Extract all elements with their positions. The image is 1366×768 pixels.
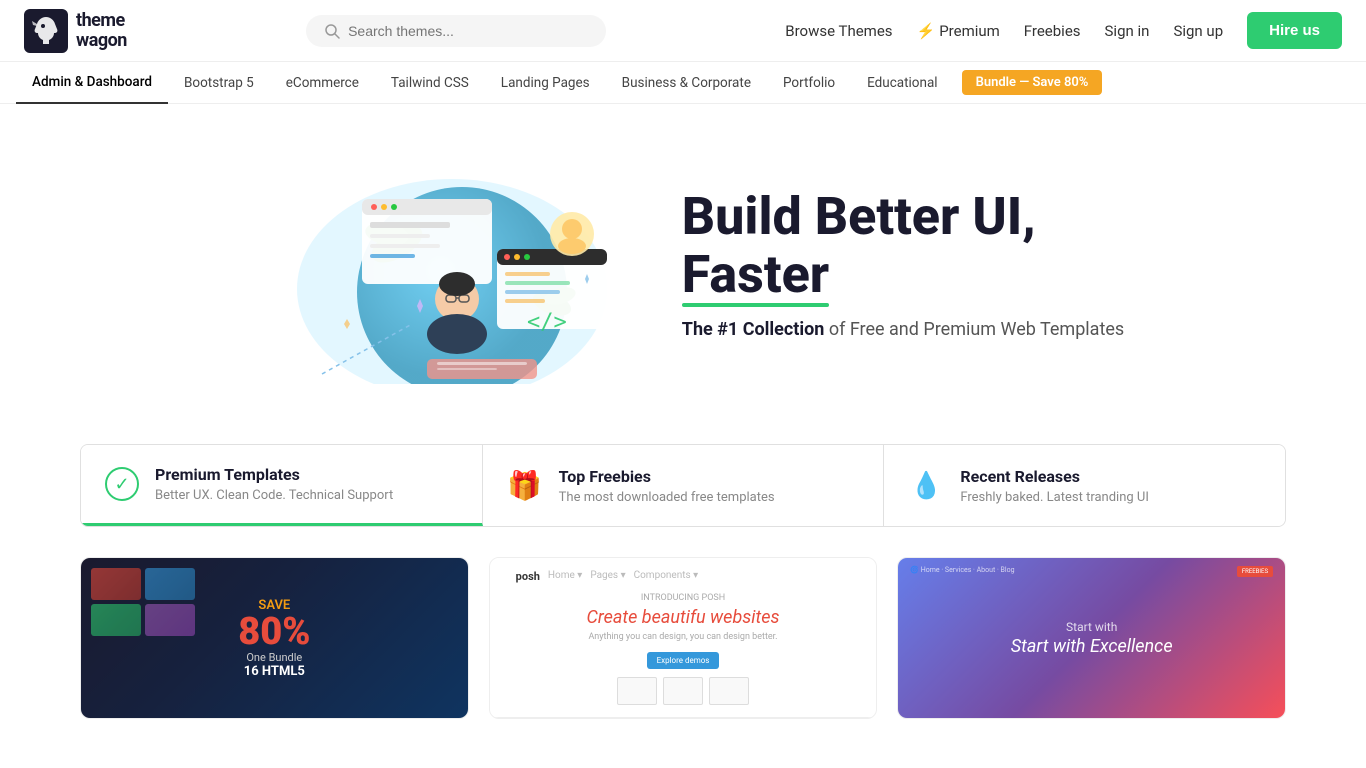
cat-business[interactable]: Business & Corporate <box>606 62 767 104</box>
drop-icon: 💧 <box>908 468 944 504</box>
cat-admin-dashboard[interactable]: Admin & Dashboard <box>16 62 168 104</box>
hero-text: Build Better UI, Faster The #1 Collectio… <box>682 188 1124 339</box>
nav-signin[interactable]: Sign in <box>1105 22 1150 40</box>
check-circle-icon: ✓ <box>105 467 139 501</box>
search-input[interactable] <box>348 23 588 39</box>
posh-card-preview: posh Home ▾ Pages ▾ Components ▾ INTRODU… <box>490 558 877 718</box>
hire-us-button[interactable]: Hire us <box>1247 12 1342 49</box>
logo[interactable]: theme wagon <box>24 9 127 53</box>
cat-tailwind[interactable]: Tailwind CSS <box>375 62 485 104</box>
bundle-badge[interactable]: Bundle — Save 80% <box>962 70 1103 95</box>
main-nav: Browse Themes ⚡ Premium Freebies Sign in… <box>785 12 1342 49</box>
cat-landing[interactable]: Landing Pages <box>485 62 606 104</box>
tab-recent-content: Recent Releases Freshly baked. Latest tr… <box>960 467 1149 505</box>
hero-illustration: </> <box>242 144 622 384</box>
thumb-3 <box>91 604 141 636</box>
posh-explore-btn: Explore demos <box>647 652 720 669</box>
posh-title: Create beautifu websites <box>587 607 780 628</box>
bundle-text: SAVE 80% One Bundle 16 HTML5 <box>238 598 310 679</box>
feature-tabs: ✓ Premium Templates Better UX. Clean Cod… <box>80 444 1286 527</box>
lightning-icon: ⚡ <box>917 22 936 40</box>
hero-title: Build Better UI, Faster <box>682 188 1124 302</box>
header: theme wagon Browse Themes ⚡ Premium Free… <box>0 0 1366 62</box>
card-excellence[interactable]: 🌀 Home · Services · About · Blog FREEBIE… <box>897 557 1286 719</box>
cat-educational[interactable]: Educational <box>851 62 954 104</box>
nav-freebies[interactable]: Freebies <box>1024 22 1081 40</box>
thumb-1 <box>91 568 141 600</box>
excellence-text: Start with Start with Excellence <box>1011 620 1173 657</box>
hero-section: </> <box>0 104 1366 424</box>
svg-text:</>: </> <box>527 310 567 335</box>
gift-icon: 🎁 <box>507 468 543 504</box>
card-bundle[interactable]: SAVE 80% One Bundle 16 HTML5 <box>80 557 469 719</box>
bundle-small-cards <box>91 568 195 636</box>
excellence-card-preview: 🌀 Home · Services · About · Blog FREEBIE… <box>898 558 1285 718</box>
bundle-card-preview: SAVE 80% One Bundle 16 HTML5 <box>81 558 468 718</box>
tab-premium-content: Premium Templates Better UX. Clean Code.… <box>155 465 393 503</box>
cat-ecommerce[interactable]: eCommerce <box>270 62 375 104</box>
nav-signup[interactable]: Sign up <box>1173 22 1223 40</box>
nav-browse-themes[interactable]: Browse Themes <box>785 22 892 40</box>
tab-recent[interactable]: 💧 Recent Releases Freshly baked. Latest … <box>884 445 1285 526</box>
posh-screens <box>617 677 749 705</box>
cat-bootstrap5[interactable]: Bootstrap 5 <box>168 62 270 104</box>
excellence-nav: 🌀 Home · Services · About · Blog FREEBIE… <box>898 566 1285 577</box>
theme-cards: SAVE 80% One Bundle 16 HTML5 posh Home ▾… <box>0 527 1366 749</box>
posh-header: posh Home ▾ Pages ▾ Components ▾ <box>506 570 699 583</box>
tab-freebies[interactable]: 🎁 Top Freebies The most downloaded free … <box>483 445 885 526</box>
hero-subtitle: The #1 Collection of Free and Premium We… <box>682 319 1124 340</box>
search-bar[interactable] <box>306 15 606 47</box>
logo-text: theme wagon <box>76 11 127 51</box>
thumb-4 <box>145 604 195 636</box>
tab-premium[interactable]: ✓ Premium Templates Better UX. Clean Cod… <box>81 445 483 526</box>
tab-freebies-content: Top Freebies The most downloaded free te… <box>559 467 775 505</box>
thumb-2 <box>145 568 195 600</box>
category-nav: Admin & Dashboard Bootstrap 5 eCommerce … <box>0 62 1366 104</box>
nav-premium[interactable]: ⚡ Premium <box>917 22 1000 40</box>
cat-portfolio[interactable]: Portfolio <box>767 62 851 104</box>
search-icon <box>324 23 340 39</box>
card-posh[interactable]: posh Home ▾ Pages ▾ Components ▾ INTRODU… <box>489 557 878 719</box>
logo-icon <box>24 9 68 53</box>
